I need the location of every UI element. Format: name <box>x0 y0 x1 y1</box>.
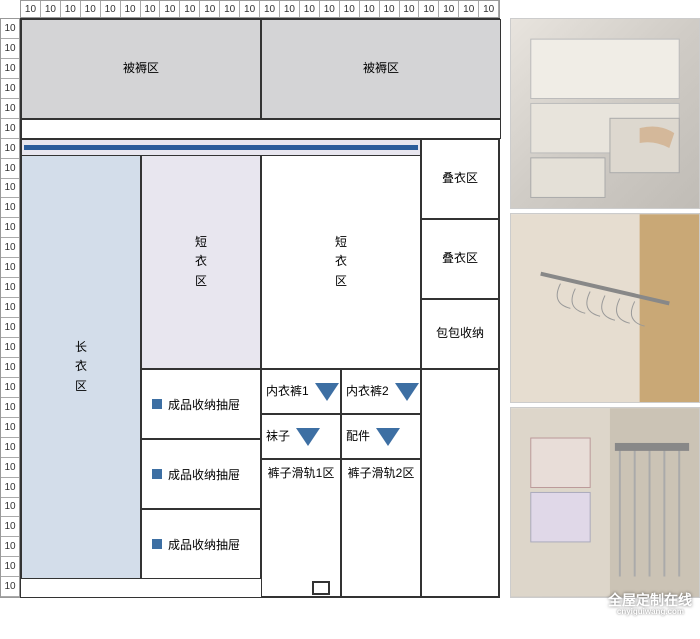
ruler-cell: 10 <box>200 1 220 17</box>
drawer-handle-icon <box>152 539 162 549</box>
ruler-cell: 10 <box>1 458 19 478</box>
ruler-cell: 10 <box>61 1 81 17</box>
photo-storage-boxes <box>510 18 700 209</box>
ruler-cell: 10 <box>1 478 19 498</box>
ruler-cell: 10 <box>1 139 19 159</box>
ruler-cell: 10 <box>1 258 19 278</box>
ruler-cell: 10 <box>81 1 101 17</box>
ruler-cell: 10 <box>1 218 19 238</box>
watermark: 全屋定制在线 cnyiguiwang.com <box>586 590 692 610</box>
ruler-cell: 10 <box>1 577 19 597</box>
zone-empty-right <box>421 369 499 597</box>
ruler-cell: 10 <box>121 1 141 17</box>
ruler-cell: 10 <box>1 59 19 79</box>
rail-strip <box>21 139 421 155</box>
ruler-cell: 10 <box>400 1 420 17</box>
spacer <box>21 119 501 139</box>
dropdown-icon <box>296 428 320 446</box>
ruler-cell: 10 <box>280 1 300 17</box>
ruler-cell: 10 <box>360 1 380 17</box>
ruler-cell: 10 <box>1 238 19 258</box>
zone-pants-rail-2: 裤子滑轨2区 <box>341 459 421 597</box>
photo-pants-hanger <box>510 407 700 598</box>
ruler-cell: 10 <box>260 1 280 17</box>
ruler-cell: 10 <box>1 517 19 537</box>
ruler-cell: 10 <box>1 338 19 358</box>
ruler-cell: 10 <box>1 39 19 59</box>
ruler-cell: 10 <box>160 1 180 17</box>
zone-quilt-left: 被褥区 <box>21 19 261 119</box>
ruler-horizontal: 1010101010101010101010101010101010101010… <box>20 0 500 18</box>
zone-short-clothes-1: 短 衣 区 <box>141 155 261 369</box>
zone-underwear-2: 内衣裤2 <box>341 369 421 414</box>
ruler-cell: 10 <box>180 1 200 17</box>
center-handle-icon <box>312 581 330 595</box>
drawer-2: 成品收纳抽屉 <box>141 439 261 509</box>
ruler-cell: 10 <box>459 1 479 17</box>
ruler-cell: 10 <box>1 378 19 398</box>
ruler-cell: 10 <box>240 1 260 17</box>
ruler-cell: 10 <box>1 159 19 179</box>
ruler-cell: 10 <box>1 318 19 338</box>
ruler-cell: 10 <box>1 278 19 298</box>
ruler-cell: 10 <box>1 438 19 458</box>
ruler-cell: 10 <box>439 1 459 17</box>
drawer-handle-icon <box>152 399 162 409</box>
ruler-cell: 10 <box>21 1 41 17</box>
ruler-vertical: 1010101010101010101010101010101010101010… <box>0 18 20 598</box>
ruler-cell: 10 <box>380 1 400 17</box>
drawer-3: 成品收纳抽屉 <box>141 509 261 579</box>
wardrobe-plan: 被褥区 被褥区 长 衣 区 短 衣 区 短 衣 区 叠衣区 叠衣区 包包收纳 成… <box>20 18 500 598</box>
ruler-cell: 10 <box>220 1 240 17</box>
zone-fold-1: 叠衣区 <box>421 139 499 219</box>
ruler-cell: 10 <box>1 298 19 318</box>
ruler-cell: 10 <box>419 1 439 17</box>
ruler-cell: 10 <box>1 557 19 577</box>
ruler-cell: 10 <box>1 19 19 39</box>
zone-fold-2: 叠衣区 <box>421 219 499 299</box>
zone-quilt-right: 被褥区 <box>261 19 501 119</box>
ruler-cell: 10 <box>1 418 19 438</box>
ruler-cell: 10 <box>1 537 19 557</box>
drawer-handle-icon <box>152 469 162 479</box>
zone-short-clothes-2: 短 衣 区 <box>261 155 421 369</box>
dropdown-icon <box>395 383 419 401</box>
ruler-cell: 10 <box>479 1 499 17</box>
ruler-cell: 10 <box>1 99 19 119</box>
ruler-cell: 10 <box>1 398 19 418</box>
ruler-cell: 10 <box>1 179 19 199</box>
dropdown-icon <box>315 383 339 401</box>
ruler-cell: 10 <box>1 79 19 99</box>
ruler-cell: 10 <box>340 1 360 17</box>
ruler-cell: 10 <box>141 1 161 17</box>
zone-underwear-1: 内衣裤1 <box>261 369 341 414</box>
zone-long-clothes: 长 衣 区 <box>21 155 141 579</box>
ruler-cell: 10 <box>1 198 19 218</box>
ruler-cell: 10 <box>1 498 19 518</box>
ruler-cell: 10 <box>320 1 340 17</box>
ruler-cell: 10 <box>1 358 19 378</box>
zone-bags: 包包收纳 <box>421 299 499 369</box>
ruler-cell: 10 <box>1 119 19 139</box>
zone-socks: 袜子 <box>261 414 341 459</box>
watermark-logo-icon <box>586 591 604 609</box>
ruler-cell: 10 <box>101 1 121 17</box>
ruler-cell: 10 <box>300 1 320 17</box>
ruler-cell: 10 <box>41 1 61 17</box>
hanging-rail-icon <box>24 145 418 150</box>
zone-accessories: 配件 <box>341 414 421 459</box>
photo-column <box>510 18 700 598</box>
photo-hanger-rail <box>510 213 700 404</box>
drawer-1: 成品收纳抽屉 <box>141 369 261 439</box>
dropdown-icon <box>376 428 400 446</box>
zone-pants-rail-1: 裤子滑轨1区 <box>261 459 341 597</box>
